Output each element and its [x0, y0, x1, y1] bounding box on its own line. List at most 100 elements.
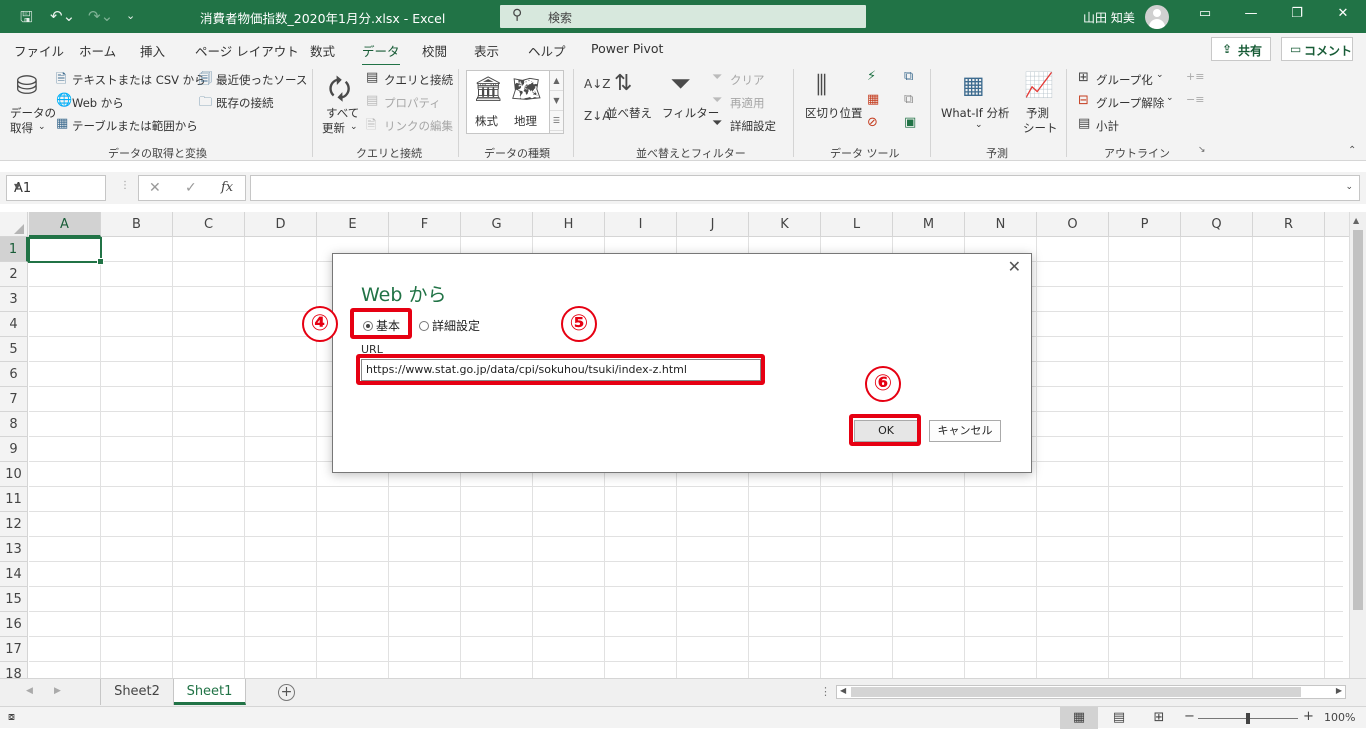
- avatar[interactable]: [1145, 5, 1169, 29]
- relationships-icon[interactable]: ⧉: [904, 92, 913, 107]
- restore-icon[interactable]: ❐: [1282, 6, 1312, 21]
- hide-detail-icon[interactable]: −≡: [1186, 93, 1204, 106]
- save-icon[interactable]: 🖫: [20, 7, 33, 32]
- undo-icon[interactable]: ↶⌄: [50, 7, 75, 25]
- group-button[interactable]: グループ化: [1096, 72, 1153, 88]
- row-header[interactable]: 17: [0, 637, 28, 662]
- column-header[interactable]: I: [605, 212, 677, 237]
- properties-button[interactable]: プロパティ: [384, 95, 441, 111]
- column-header[interactable]: B: [101, 212, 173, 237]
- row-header[interactable]: 5: [0, 337, 28, 362]
- column-header[interactable]: N: [965, 212, 1037, 237]
- refresh-all-label2[interactable]: 更新: [322, 120, 345, 136]
- user-name[interactable]: 山田 知美: [1083, 9, 1135, 26]
- column-header[interactable]: E: [317, 212, 389, 237]
- tab-help[interactable]: ヘルプ: [528, 41, 566, 60]
- data-validation-icon[interactable]: ⊘: [867, 115, 878, 130]
- column-header[interactable]: D: [245, 212, 317, 237]
- scroll-up-icon[interactable]: ▲: [1353, 216, 1359, 225]
- tab-power-pivot[interactable]: Power Pivot: [591, 41, 663, 56]
- column-header[interactable]: G: [461, 212, 533, 237]
- reapply-button[interactable]: 再適用: [730, 95, 765, 111]
- select-all-button[interactable]: [0, 212, 28, 237]
- name-box[interactable]: A1 ▼: [6, 175, 106, 201]
- vertical-scrollbar[interactable]: ▲: [1349, 212, 1366, 678]
- share-button[interactable]: ⇪ 共有: [1211, 37, 1271, 61]
- next-sheet-icon[interactable]: ▶: [54, 686, 61, 696]
- column-header[interactable]: R: [1253, 212, 1325, 237]
- column-header[interactable]: J: [677, 212, 749, 237]
- get-data-button[interactable]: データの: [10, 105, 56, 121]
- flash-fill-icon[interactable]: ⚡: [867, 69, 876, 84]
- confirm-edit-icon[interactable]: ✓: [185, 180, 197, 196]
- row-header[interactable]: 16: [0, 612, 28, 637]
- sheet-tab-sheet1[interactable]: Sheet1: [174, 679, 246, 705]
- scroll-thumb[interactable]: [1353, 230, 1363, 610]
- zoom-level[interactable]: 100%: [1324, 711, 1355, 724]
- row-header[interactable]: 18: [0, 662, 28, 678]
- edit-links-button[interactable]: リンクの編集: [384, 118, 453, 134]
- row-header[interactable]: 3: [0, 287, 28, 312]
- dialog-close-icon[interactable]: ✕: [1008, 257, 1021, 276]
- tab-data[interactable]: データ: [362, 41, 400, 67]
- gallery-scroll[interactable]: ▲ ▼ ☰: [549, 71, 563, 133]
- column-header[interactable]: K: [749, 212, 821, 237]
- text-to-columns-button[interactable]: 区切り位置: [805, 105, 863, 121]
- macro-record-icon[interactable]: ⧇: [8, 710, 15, 724]
- sheet-tab-sheet2[interactable]: Sheet2: [100, 679, 174, 705]
- tab-home[interactable]: ホーム: [79, 41, 116, 60]
- advanced-filter-button[interactable]: 詳細設定: [730, 118, 776, 134]
- column-header[interactable]: Q: [1181, 212, 1253, 237]
- comment-button[interactable]: ▭ コメント: [1281, 37, 1353, 61]
- cancel-edit-icon[interactable]: ✕: [149, 180, 161, 196]
- row-header[interactable]: 13: [0, 537, 28, 562]
- cancel-button[interactable]: キャンセル: [929, 420, 1001, 442]
- row-header[interactable]: 6: [0, 362, 28, 387]
- tab-formulas[interactable]: 数式: [310, 41, 335, 60]
- whatif-button[interactable]: What-If 分析: [941, 105, 1009, 121]
- consolidate-icon[interactable]: ⧉: [904, 69, 913, 84]
- forecast-sheet-label2[interactable]: シート: [1023, 120, 1058, 136]
- row-header[interactable]: 12: [0, 512, 28, 537]
- ribbon-display-icon[interactable]: ▭: [1190, 6, 1220, 21]
- close-window-icon[interactable]: ✕: [1328, 6, 1358, 21]
- column-header[interactable]: F: [389, 212, 461, 237]
- remove-duplicates-icon[interactable]: ▦: [867, 92, 879, 107]
- from-web-button[interactable]: Web から: [72, 95, 124, 111]
- prev-sheet-icon[interactable]: ◀: [26, 686, 33, 696]
- zoom-slider-knob[interactable]: [1246, 713, 1250, 724]
- column-header[interactable]: H: [533, 212, 605, 237]
- redo-icon[interactable]: ↷⌄: [88, 7, 113, 25]
- add-sheet-icon[interactable]: +: [278, 684, 295, 701]
- tab-file[interactable]: ファイル: [14, 41, 64, 60]
- page-layout-view-icon[interactable]: ▤: [1100, 707, 1138, 729]
- sort-button[interactable]: 並べ替え: [606, 105, 652, 121]
- scroll-right-icon[interactable]: ▶: [1336, 686, 1342, 695]
- row-header[interactable]: 14: [0, 562, 28, 587]
- stocks-button[interactable]: 株式: [475, 113, 498, 129]
- tab-page-layout[interactable]: ページ レイアウト: [195, 41, 299, 60]
- row-header[interactable]: 2: [0, 262, 28, 287]
- scroll-left-icon[interactable]: ◀: [840, 686, 846, 695]
- dialog-launcher-icon[interactable]: ↘: [1198, 145, 1206, 155]
- tab-insert[interactable]: 挿入: [140, 41, 165, 60]
- existing-connections-button[interactable]: 既存の接続: [216, 95, 274, 111]
- zoom-out-icon[interactable]: −: [1184, 709, 1195, 724]
- column-header[interactable]: L: [821, 212, 893, 237]
- zoom-in-icon[interactable]: +: [1303, 709, 1314, 724]
- refresh-all-button[interactable]: すべて: [326, 105, 359, 121]
- queries-connections-button[interactable]: クエリと接続: [384, 72, 453, 88]
- customize-quick-access-icon[interactable]: ⌄: [126, 9, 135, 22]
- search-box[interactable]: ⚲ 検索: [500, 5, 866, 28]
- column-header[interactable]: A: [29, 212, 101, 237]
- column-header[interactable]: C: [173, 212, 245, 237]
- clear-button[interactable]: クリア: [730, 72, 765, 88]
- show-detail-icon[interactable]: +≡: [1186, 70, 1204, 83]
- row-header[interactable]: 8: [0, 412, 28, 437]
- active-cell[interactable]: [28, 237, 104, 265]
- row-header[interactable]: 1: [0, 237, 28, 262]
- hscroll-thumb[interactable]: [851, 687, 1301, 697]
- normal-view-icon[interactable]: ▦: [1060, 707, 1098, 729]
- expand-formula-icon[interactable]: ⌄: [1345, 182, 1353, 192]
- tab-review[interactable]: 校閲: [422, 41, 447, 60]
